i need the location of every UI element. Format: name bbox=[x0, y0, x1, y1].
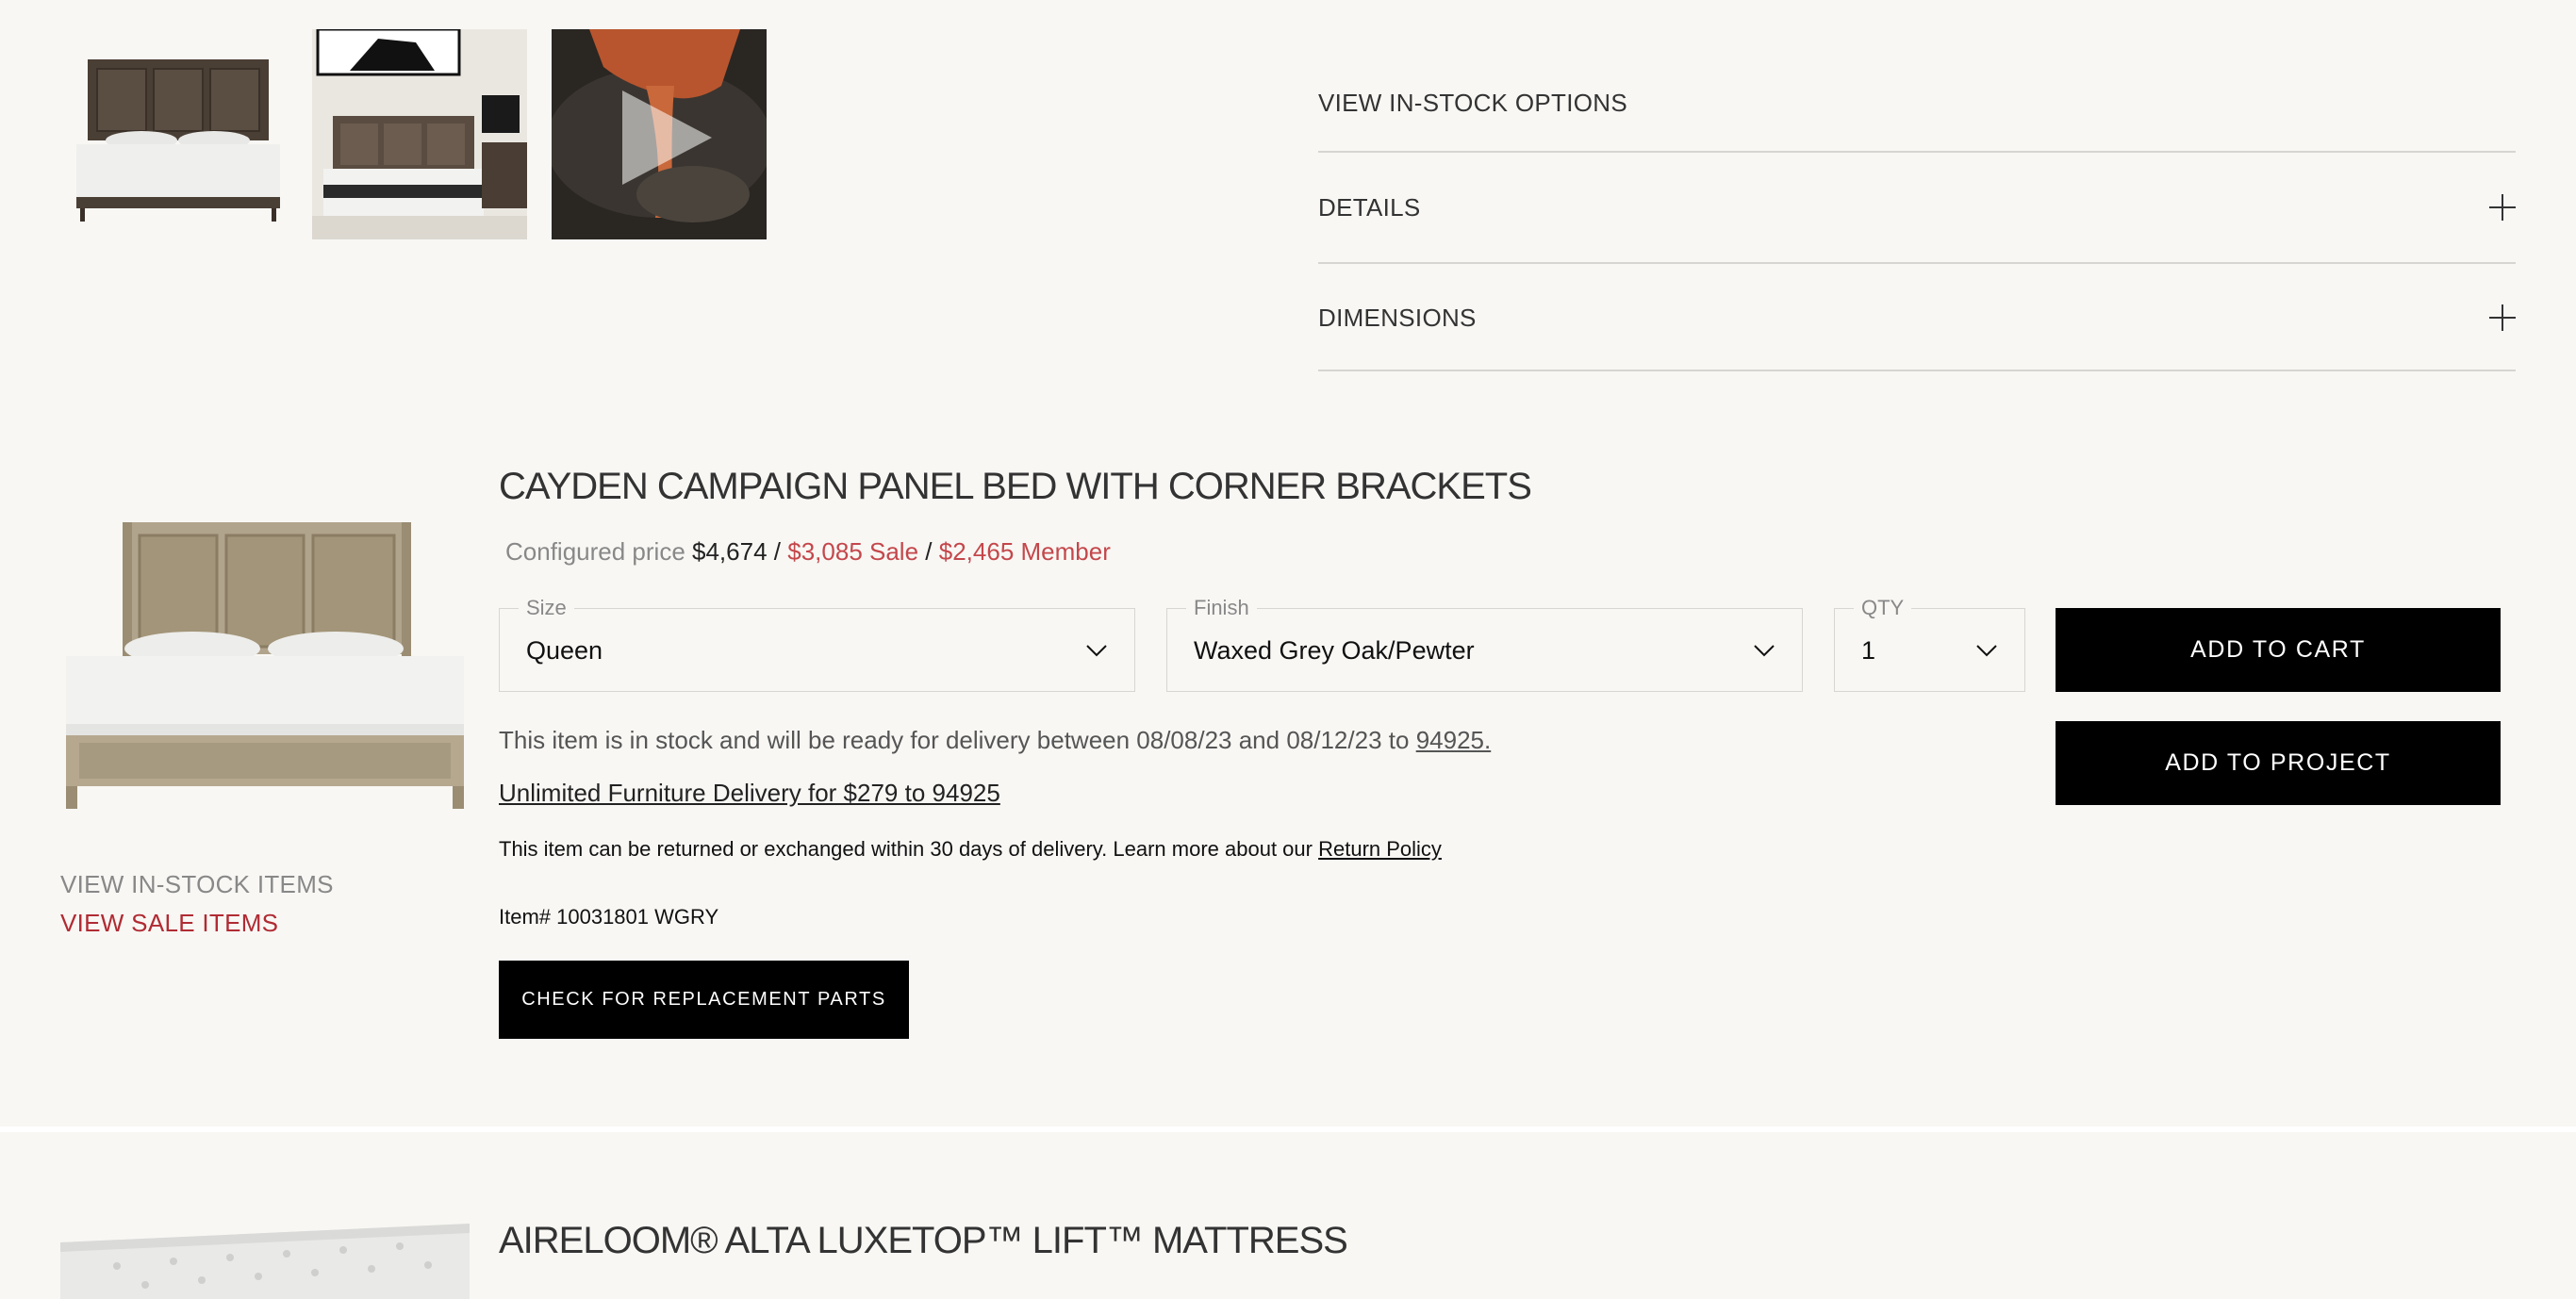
view-in-stock-options-link[interactable]: VIEW IN-STOCK OPTIONS bbox=[1318, 89, 1627, 118]
divider bbox=[1318, 370, 2516, 371]
delivery-zip-link[interactable]: 94925. bbox=[1416, 726, 1492, 754]
stock-message: This item is in stock and will be ready … bbox=[499, 726, 1491, 755]
mattress-image bbox=[60, 1224, 470, 1299]
bedroom-scene-image bbox=[312, 29, 527, 239]
chevron-down-icon bbox=[1754, 645, 1775, 657]
price-line: Configured price $4,674 / $3,085 Sale / … bbox=[505, 537, 1111, 567]
qty-value: 1 bbox=[1861, 636, 1876, 665]
play-icon[interactable] bbox=[608, 86, 712, 189]
divider bbox=[1318, 262, 2516, 264]
unlimited-delivery-link[interactable]: Unlimited Furniture Delivery for $279 to… bbox=[499, 779, 1000, 808]
qty-label: QTY bbox=[1854, 596, 1912, 620]
size-label: Size bbox=[519, 596, 574, 620]
chevron-down-icon bbox=[1976, 645, 1997, 657]
size-value: Queen bbox=[526, 636, 603, 665]
bed-front-image bbox=[71, 29, 286, 239]
qty-select[interactable]: QTY 1 bbox=[1834, 596, 2025, 692]
finish-value: Waxed Grey Oak/Pewter bbox=[1194, 636, 1475, 665]
divider bbox=[1318, 151, 2516, 153]
price-member: $2,465 Member bbox=[938, 537, 1111, 566]
return-policy-link[interactable]: Return Policy bbox=[1318, 837, 1442, 861]
check-replacement-parts-button[interactable]: CHECK FOR REPLACEMENT PARTS bbox=[499, 961, 909, 1039]
item-number: Item# 10031801 WGRY bbox=[499, 905, 719, 929]
accordion-dimensions-label: DIMENSIONS bbox=[1318, 303, 1477, 332]
finish-label: Finish bbox=[1186, 596, 1257, 620]
accordion-dimensions[interactable]: DIMENSIONS bbox=[1318, 289, 2516, 346]
price-separator: / bbox=[925, 537, 933, 566]
stock-message-text: This item is in stock and will be ready … bbox=[499, 726, 1410, 754]
plus-icon bbox=[2489, 304, 2516, 331]
price-regular: $4,674 bbox=[692, 537, 768, 566]
price-label: Configured price bbox=[505, 537, 685, 566]
view-in-stock-items-link[interactable]: VIEW IN-STOCK ITEMS bbox=[60, 870, 334, 899]
accordion-details[interactable]: DETAILS bbox=[1318, 179, 2516, 236]
chevron-down-icon bbox=[1086, 645, 1107, 657]
add-to-cart-button[interactable]: ADD TO CART bbox=[2056, 608, 2501, 692]
product-image[interactable] bbox=[60, 517, 470, 814]
finish-select[interactable]: Finish Waxed Grey Oak/Pewter bbox=[1166, 596, 1803, 692]
bed-product-image bbox=[60, 517, 470, 814]
accordion-details-label: DETAILS bbox=[1318, 192, 1421, 222]
size-select[interactable]: Size Queen bbox=[499, 596, 1135, 692]
bed-front-thumbnail[interactable] bbox=[71, 29, 286, 239]
plus-icon bbox=[2489, 194, 2516, 221]
mattress-product-image[interactable] bbox=[60, 1224, 470, 1299]
section-divider bbox=[0, 1126, 2576, 1132]
return-text: This item can be returned or exchanged w… bbox=[499, 837, 1313, 861]
price-separator: / bbox=[773, 537, 782, 566]
next-product-title: AIRELOOM® ALTA LUXETOP™ LIFT™ MATTRESS bbox=[499, 1220, 1348, 1261]
add-to-project-button[interactable]: ADD TO PROJECT bbox=[2056, 721, 2501, 805]
video-thumbnail[interactable] bbox=[552, 29, 767, 239]
product-title: CAYDEN CAMPAIGN PANEL BED WITH CORNER BR… bbox=[499, 466, 1532, 507]
return-policy-line: This item can be returned or exchanged w… bbox=[499, 837, 1442, 862]
price-sale: $3,085 Sale bbox=[787, 537, 919, 566]
view-sale-items-link[interactable]: VIEW SALE ITEMS bbox=[60, 909, 278, 938]
bedroom-scene-thumbnail[interactable] bbox=[312, 29, 527, 239]
